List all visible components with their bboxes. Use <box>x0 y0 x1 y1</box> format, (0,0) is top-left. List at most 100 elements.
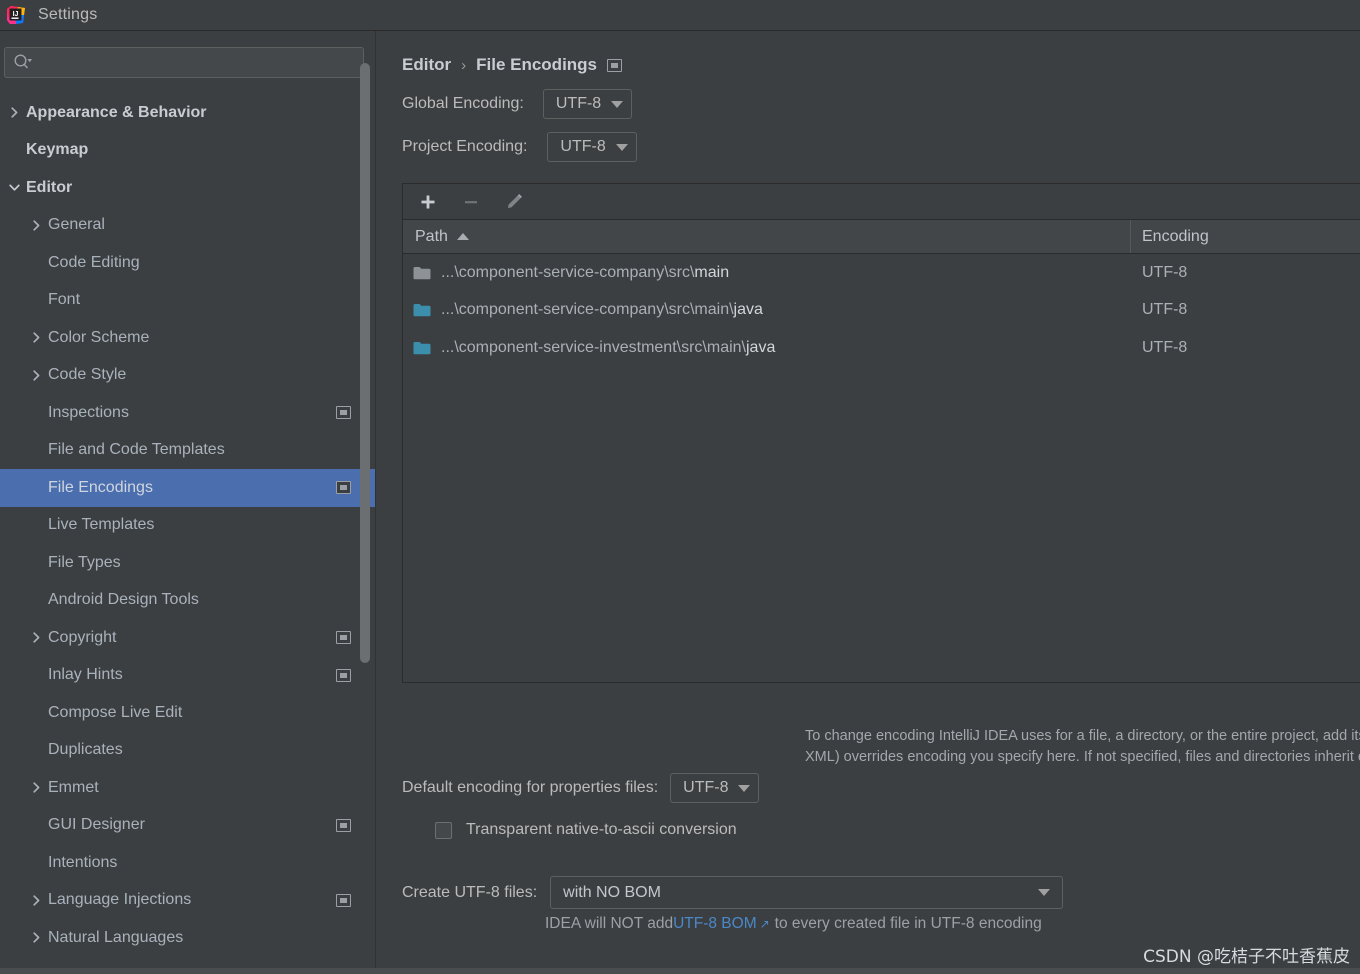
sidebar-item-appearance-behavior[interactable]: Appearance & Behavior <box>0 94 375 132</box>
bom-hint: IDEA will NOT add UTF-8 BOM ↗ to every c… <box>545 915 1042 933</box>
chevron-right-icon[interactable] <box>30 369 43 382</box>
create-utf8-label: Create UTF-8 files: <box>402 883 538 901</box>
table-cell-encoding[interactable]: UTF-8 <box>1130 339 1360 357</box>
sidebar-item-natural-languages[interactable]: Natural Languages <box>0 919 375 957</box>
sort-ascending-icon <box>456 233 469 240</box>
chevron-right-icon[interactable] <box>30 781 43 794</box>
global-encoding-label: Global Encoding: <box>402 95 524 112</box>
encodings-description-line-1: To change encoding IntelliJ IDEA uses fo… <box>805 728 1360 744</box>
sidebar-item-font[interactable]: Font <box>0 282 375 320</box>
table-cell-encoding[interactable]: UTF-8 <box>1130 264 1360 282</box>
project-settings-badge-icon <box>336 668 351 682</box>
chevron-down-icon[interactable] <box>8 181 21 194</box>
sidebar-item-label: Inspections <box>48 403 129 421</box>
window-title: Settings <box>38 6 98 23</box>
sidebar-item-duplicates[interactable]: Duplicates <box>0 732 375 770</box>
chevron-right-icon[interactable] <box>30 894 43 907</box>
search-input[interactable] <box>32 54 363 71</box>
sidebar-item-label: Natural Languages <box>48 928 184 946</box>
table-cell-encoding[interactable]: UTF-8 <box>1130 301 1360 319</box>
sidebar-item-file-and-code-templates[interactable]: File and Code Templates <box>0 432 375 470</box>
folder-icon <box>413 303 431 317</box>
utf8-bom-link[interactable]: UTF-8 BOM <box>673 915 757 933</box>
project-settings-badge-icon <box>607 58 623 72</box>
remove-path-button[interactable] <box>458 189 484 215</box>
transparent-ascii-checkbox[interactable] <box>435 821 452 839</box>
global-encoding-value: UTF-8 <box>555 95 602 112</box>
chevron-down-icon <box>1038 889 1051 896</box>
sidebar-item-general[interactable]: General <box>0 207 375 245</box>
sidebar-item-copyright[interactable]: Copyright <box>0 619 375 657</box>
watermark: CSDN @吃桔子不吐香蕉皮 <box>1143 947 1350 967</box>
breadcrumb-parent[interactable]: Editor <box>402 55 451 75</box>
bom-hint-suffix: to every created file in UTF-8 encoding <box>774 915 1042 932</box>
chevron-right-icon[interactable] <box>30 631 43 644</box>
sidebar-item-android-design-tools[interactable]: Android Design Tools <box>0 582 375 620</box>
sidebar-item-code-editing[interactable]: Code Editing <box>0 244 375 282</box>
chevron-right-icon[interactable] <box>30 931 43 944</box>
sidebar-item-compose-live-edit[interactable]: Compose Live Edit <box>0 694 375 732</box>
table-row[interactable]: ...\component-service-investment\src\mai… <box>403 329 1360 367</box>
main-panel: Editor › File Encodings Global Encoding:… <box>377 31 1360 974</box>
column-header-encoding[interactable]: Encoding <box>1130 220 1360 253</box>
table-cell-path: ...\component-service-company\src\main <box>403 264 1130 282</box>
global-encoding-row: Global Encoding: UTF-8 <box>402 89 633 119</box>
project-encoding-combo[interactable]: UTF-8 <box>547 132 637 162</box>
chevron-down-icon <box>611 100 624 108</box>
folder-icon <box>413 341 431 355</box>
sidebar-item-label: Font <box>48 291 81 309</box>
sidebar-item-keymap[interactable]: Keymap <box>0 132 375 170</box>
sidebar-item-inlay-hints[interactable]: Inlay Hints <box>0 657 375 695</box>
encodings-table-body: ...\component-service-company\src\main UT… <box>403 254 1360 367</box>
project-settings-badge-icon <box>336 631 351 645</box>
settings-window: IJ Settings Appearance & Behavior Keymap E… <box>0 0 1360 974</box>
chevron-right-icon[interactable] <box>8 106 21 119</box>
encodings-table-toolbar <box>403 184 1360 220</box>
sidebar-item-file-types[interactable]: File Types <box>0 544 375 582</box>
sidebar-item-intentions[interactable]: Intentions <box>0 844 375 882</box>
chevron-right-icon[interactable] <box>30 219 43 232</box>
table-cell-path-text: ...\component-service-company\src\main\j… <box>441 301 763 319</box>
project-settings-badge-icon <box>336 406 351 420</box>
chevron-right-icon[interactable] <box>30 331 43 344</box>
sidebar-item-emmet[interactable]: Emmet <box>0 769 375 807</box>
add-path-button[interactable] <box>415 189 441 215</box>
encodings-description: To change encoding IntelliJ IDEA uses fo… <box>805 726 1360 768</box>
table-cell-path: ...\component-service-investment\src\mai… <box>403 339 1130 357</box>
bom-hint-prefix: IDEA will NOT add <box>545 915 674 932</box>
properties-encoding-combo[interactable]: UTF-8 <box>670 773 760 803</box>
sidebar-scrollbar-track[interactable] <box>360 63 370 943</box>
sidebar-item-editor[interactable]: Editor <box>0 169 375 207</box>
sidebar-item-code-style[interactable]: Code Style <box>0 357 375 395</box>
table-row[interactable]: ...\component-service-company\src\main\j… <box>403 292 1360 330</box>
sidebar-item-color-scheme[interactable]: Color Scheme <box>0 319 375 357</box>
transparent-ascii-row[interactable]: Transparent native-to-ascii conversion <box>435 821 737 839</box>
sidebar-item-gui-designer[interactable]: GUI Designer <box>0 807 375 845</box>
sidebar-item-live-templates[interactable]: Live Templates <box>0 507 375 545</box>
global-encoding-combo[interactable]: UTF-8 <box>542 89 633 119</box>
sidebar-item-label: Color Scheme <box>48 328 150 346</box>
sidebar-item-label: General <box>48 216 105 234</box>
sidebar-item-inspections[interactable]: Inspections <box>0 394 375 432</box>
sidebar-item-label: Compose Live Edit <box>48 703 183 721</box>
edit-path-button[interactable] <box>501 189 527 215</box>
table-row[interactable]: ...\component-service-company\src\main UT… <box>403 254 1360 292</box>
column-header-path[interactable]: Path <box>403 228 1130 246</box>
sidebar-item-language-injections[interactable]: Language Injections <box>0 882 375 920</box>
sidebar-item-label: Appearance & Behavior <box>26 103 207 121</box>
sidebar-scrollbar-thumb[interactable] <box>360 63 370 663</box>
search-box[interactable] <box>4 47 364 78</box>
table-cell-path-text: ...\component-service-company\src\main <box>441 264 729 282</box>
create-utf8-combo[interactable]: with NO BOM <box>550 876 1064 909</box>
sidebar-item-file-encodings[interactable]: File Encodings <box>0 469 375 507</box>
